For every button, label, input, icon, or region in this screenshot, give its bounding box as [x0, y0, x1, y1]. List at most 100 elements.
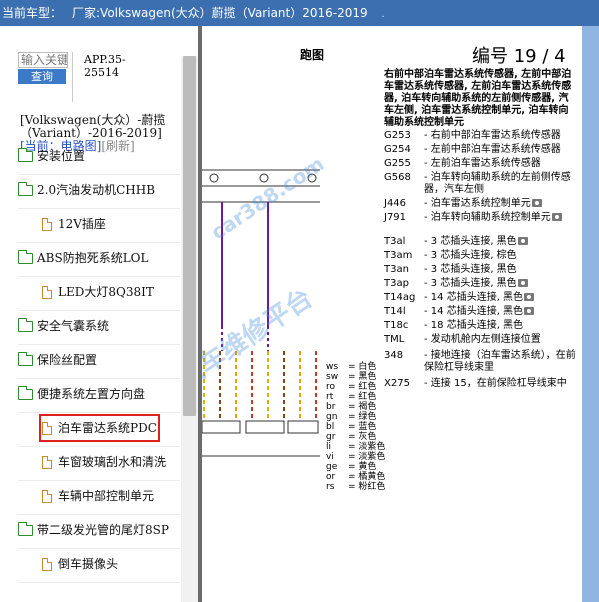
tree-item-label: 泊车雷达系统PDC [58, 421, 157, 435]
legend-row: G568 - 泊车转向辅助系统的左前侧传感器，汽车左侧 [384, 172, 580, 196]
tree-item-folder[interactable]: ABS防抱死系统LOL [18, 247, 148, 269]
wire-color-name: = 褐色 [348, 402, 377, 412]
tree-item-page[interactable]: 倒车摄像头 [42, 553, 118, 575]
component-legend: G253- 右前中部泊车雷达系统传感器 G254- 左前中部泊车雷达系统传感器 G2… [384, 130, 580, 392]
legend-code: T3am [384, 250, 413, 261]
tree-item-page[interactable]: 泊车雷达系统PDC [39, 414, 160, 442]
diagram-heading: 右前中部泊车雷达系统传感器, 左前中部泊车雷达系统传感器, 左前泊车雷达系统传感… [384, 69, 572, 128]
titlebar-dot: . [381, 10, 385, 20]
tree-item-folder[interactable]: 带二级发光管的尾灯8SP [18, 519, 169, 541]
tree-item-label: 安装位置 [37, 149, 86, 163]
folder-icon [18, 148, 33, 162]
page-number: 编号 19 / 4 [472, 46, 566, 67]
tree-item-label: 车窗玻璃刮水和清洗 [58, 455, 167, 469]
wire-color-name: = 蓝色 [348, 422, 377, 432]
tree-item-label: 12V插座 [58, 217, 106, 231]
legend-description: - 接地连接（泊车雷达系统），在前保险杠导线束里 [424, 350, 576, 373]
left-scrollbar-thumb[interactable] [183, 56, 196, 416]
legend-row: T3al - 3 芯插头连接, 黑色 [384, 236, 580, 248]
legend-code: T3an [384, 264, 409, 275]
legend-row: J446 - 泊车雷达系统控制单元 [384, 198, 580, 210]
tree-item-label: 车辆中部控制单元 [58, 489, 155, 503]
legend-code: G254 [384, 144, 411, 155]
tree-item-page[interactable]: 12V插座 [42, 213, 106, 235]
tree-item-label: LED大灯8Q38IT [58, 285, 154, 299]
folder-icon [18, 386, 33, 400]
tree-item-page[interactable]: LED大灯8Q38IT [42, 281, 154, 303]
wire-color-row: li = 淡紫色 [326, 442, 385, 452]
wire-color-name: = 灰色 [348, 432, 377, 442]
legend-description: - 3 芯插头连接, 黑色 [424, 236, 517, 247]
camera-icon[interactable] [524, 293, 535, 301]
tree-item-folder[interactable]: 便捷系统左置方向盘 [18, 383, 145, 405]
legend-row: T14l - 14 芯插头连接, 黑色 [384, 306, 580, 318]
query-button[interactable]: 查询 [18, 69, 66, 84]
tree-item-label: 安全气囊系统 [37, 319, 110, 333]
wire-color-name: = 红色 [348, 382, 377, 392]
folder-icon [18, 522, 33, 536]
camera-icon[interactable] [551, 213, 562, 221]
legend-row: T3an - 3 芯插头连接, 黑色 [384, 264, 580, 276]
wire-color-code: li [326, 442, 332, 452]
tree-item-label: 倒车摄像头 [58, 557, 119, 571]
tree-item-label: 2.0汽油发动机CHHB [37, 183, 156, 197]
wire-color-code: bl [326, 422, 335, 432]
tree-item-label: 带二级发光管的尾灯8SP [37, 523, 169, 537]
legend-description: - 14 芯插头连接, 黑色 [424, 306, 524, 317]
legend-description: - 18 芯插头连接, 黑色 [424, 320, 524, 331]
legend-description: - 左前泊车雷达系统传感器 [424, 158, 541, 169]
tree-row-divider [18, 276, 180, 277]
wire-color-name: = 黄色 [348, 462, 377, 472]
wire-color-name: = 淡紫色 [348, 452, 386, 462]
camera-icon[interactable] [517, 279, 528, 287]
tree-item-page[interactable]: 车辆中部控制单元 [42, 485, 154, 507]
app-code-line2: 25514 [84, 66, 119, 79]
tree-item-label: 便捷系统左置方向盘 [37, 387, 146, 401]
tree-item-folder[interactable]: 安全气囊系统 [18, 315, 109, 337]
current-vehicle-label: 当前车型： [2, 6, 63, 20]
tree-row-divider [18, 174, 180, 175]
legend-description: - 泊车转向辅助系统控制单元 [424, 212, 551, 223]
legend-description: - 泊车雷达系统控制单元 [424, 198, 531, 209]
tree-item-folder[interactable]: 2.0汽油发动机CHHB [18, 179, 155, 201]
legend-code: J446 [384, 198, 407, 209]
search-input[interactable] [18, 52, 68, 68]
legend-code: J791 [384, 212, 407, 223]
tree-item-folder[interactable]: 保险丝配置 [18, 349, 97, 371]
camera-icon[interactable] [531, 199, 542, 207]
legend-code: X275 [384, 378, 410, 389]
camera-icon[interactable] [517, 237, 528, 245]
legend-code: G253 [384, 130, 411, 141]
legend-row: 348 - 接地连接（泊车雷达系统），在前保险杠导线束里 [384, 350, 580, 374]
wire-color-name: = 黑色 [348, 372, 377, 382]
tree-item-label: ABS防抱死系统LOL [37, 251, 149, 265]
legend-row: T3ap - 3 芯插头连接, 黑色 [384, 278, 580, 290]
app-code-line1: APP.35- [84, 53, 126, 66]
legend-code: T18c [384, 320, 409, 331]
legend-code: T14l [384, 306, 406, 317]
wire-color-name: = 绿色 [348, 412, 377, 422]
camera-icon[interactable] [524, 307, 535, 315]
tree-row-divider [18, 242, 180, 243]
wire-color-code: br [326, 402, 336, 412]
document-icon [42, 422, 52, 435]
wire-color-name: = 淡紫色 [348, 442, 386, 452]
document-viewer: car388.com 易汽车维修平台 跑图 编号 19 / 4 右前中部泊车雷达… [202, 26, 582, 602]
legend-row: T3am - 3 芯插头连接, 棕色 [384, 250, 580, 262]
tree-row-divider [18, 310, 180, 311]
legend-code: TML [384, 334, 405, 345]
wire-color-row: ws = 白色 [326, 362, 385, 372]
legend-description: - 右前中部泊车雷达系统传感器 [424, 130, 561, 141]
tree-row-divider [18, 582, 180, 583]
tree-row-divider [18, 446, 180, 447]
tree-row-divider [18, 412, 180, 413]
wire-color-row: bl = 蓝色 [326, 422, 385, 432]
legend-description: - 3 芯插头连接, 黑色 [424, 278, 517, 289]
legend-code: T3ap [384, 278, 409, 289]
tree-item-page[interactable]: 车窗玻璃刮水和清洗 [42, 451, 166, 473]
legend-code: 348 [384, 350, 404, 361]
tree-item-folder[interactable]: 安装位置 [18, 145, 85, 167]
refresh-link[interactable]: [刷新] [101, 139, 134, 153]
left-scrollbar[interactable] [181, 56, 198, 602]
folder-icon [18, 182, 33, 196]
